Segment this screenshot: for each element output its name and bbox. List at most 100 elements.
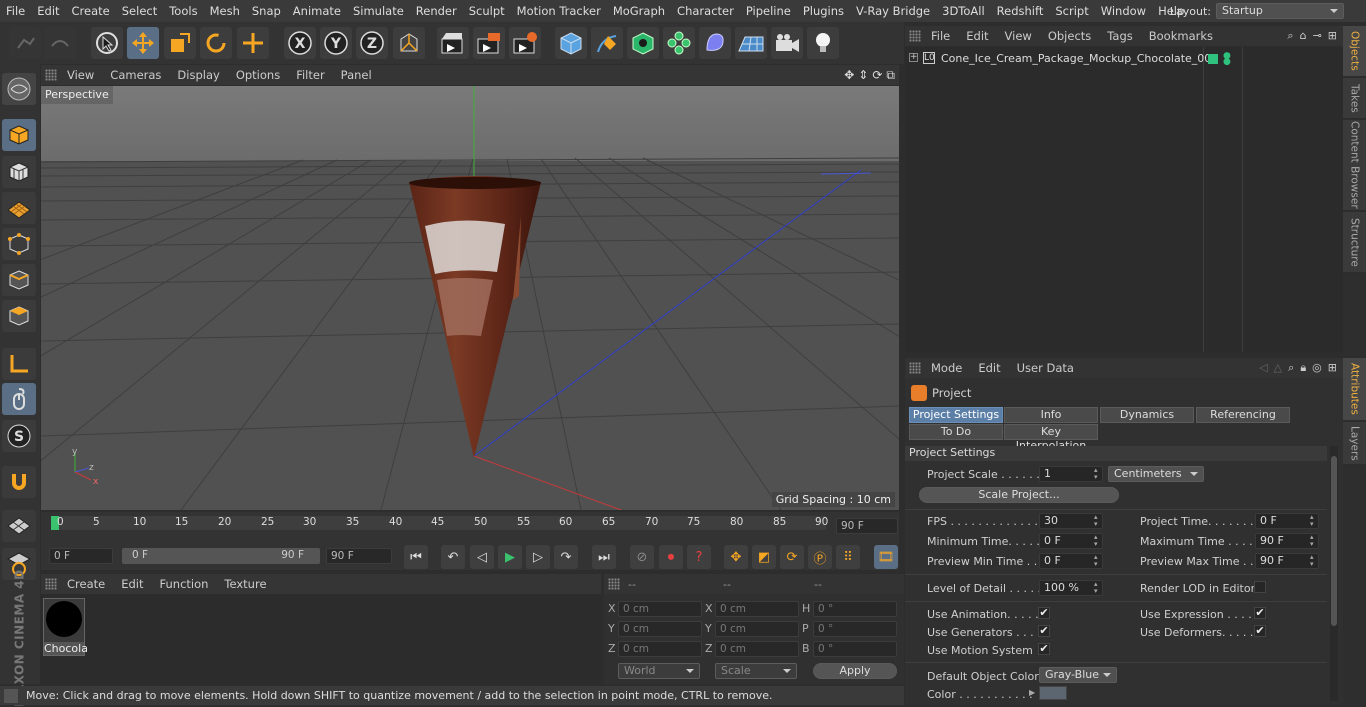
menu-simulate[interactable]: Simulate — [347, 4, 410, 18]
use-deformers-checkbox[interactable]: ✔ — [1254, 625, 1266, 637]
preview-max-time-field[interactable]: 90 F — [1255, 553, 1319, 569]
level-of-detail-field[interactable]: 100 % — [1039, 580, 1103, 596]
minimum-time-field[interactable]: 0 F — [1039, 533, 1103, 549]
prev-key-icon[interactable]: ↶ — [441, 545, 465, 569]
project-scale-unit-dropdown[interactable]: Centimeters — [1108, 466, 1204, 482]
viewport-menu-cameras[interactable]: Cameras — [102, 68, 169, 82]
goto-start-icon[interactable]: ⏮ — [404, 545, 428, 569]
position-x-field[interactable]: 0 cm — [618, 601, 702, 617]
scrollbar-thumb[interactable] — [1331, 456, 1337, 626]
play-icon[interactable]: ▶ — [498, 545, 522, 569]
material-menu-create[interactable]: Create — [59, 577, 113, 591]
menu-create[interactable]: Create — [66, 4, 116, 18]
menu-redshift[interactable]: Redshift — [991, 4, 1050, 18]
key-pla-icon[interactable]: ⠿ — [836, 545, 860, 569]
menu-tools[interactable]: Tools — [163, 4, 203, 18]
key-parameter-icon[interactable]: Ⓟ — [808, 545, 832, 569]
viewport-menu-filter[interactable]: Filter — [288, 68, 332, 82]
end-frame-field[interactable]: 90 F — [326, 548, 392, 564]
layout-dropdown[interactable]: Startup — [1216, 3, 1344, 19]
axis-mode-icon[interactable] — [2, 348, 36, 380]
om-menu-bookmarks[interactable]: Bookmarks — [1141, 29, 1221, 43]
back-arrow-icon[interactable]: ◁ — [1259, 361, 1267, 375]
render-region-icon[interactable] — [473, 27, 505, 59]
tab-referencing[interactable]: Referencing — [1196, 407, 1290, 423]
fps-field[interactable]: 30 — [1039, 513, 1103, 529]
position-y-field[interactable]: 0 cm — [618, 621, 702, 637]
object-name[interactable]: Cone_Ice_Cream_Package_Mockup_Chocolate_… — [941, 52, 1218, 65]
lock-icon[interactable]: 🔒︎ — [1300, 361, 1306, 375]
live-selection-icon[interactable] — [91, 27, 123, 59]
use-motion-system-checkbox[interactable]: ✔ — [1038, 643, 1050, 655]
lock-workplane-icon[interactable] — [2, 510, 36, 542]
material-swatch[interactable]: Chocola — [43, 598, 88, 656]
om-menu-file[interactable]: File — [923, 29, 958, 43]
tab-info[interactable]: Info — [1004, 407, 1098, 423]
maximize-view-icon[interactable]: ⧉ — [886, 68, 895, 83]
position-z-field[interactable]: 0 cm — [618, 641, 702, 657]
keyframe-selection-icon[interactable]: ? — [687, 545, 711, 569]
layer-color-icon[interactable] — [1208, 54, 1218, 64]
use-animation-checkbox[interactable]: ✔ — [1038, 607, 1050, 619]
menu-render[interactable]: Render — [410, 4, 463, 18]
dolly-view-icon[interactable]: ⇕ — [858, 68, 868, 83]
menu-motion-tracker[interactable]: Motion Tracker — [511, 4, 607, 18]
coord-space-dropdown[interactable]: World — [618, 663, 700, 679]
timeline-ruler[interactable]: 0 5 10 15 20 25 30 35 40 45 50 55 60 65 … — [41, 512, 899, 544]
tab-project-settings[interactable]: Project Settings — [909, 407, 1003, 423]
render-settings-icon[interactable] — [509, 27, 541, 59]
attr-menu-edit[interactable]: Edit — [970, 361, 1008, 375]
undo-icon[interactable] — [9, 27, 41, 59]
render-view-icon[interactable] — [437, 27, 469, 59]
use-expression-checkbox[interactable]: ✔ — [1254, 607, 1266, 619]
record-keys-icon[interactable]: ⊘ — [630, 545, 654, 569]
attr-scrollbar[interactable] — [1330, 446, 1338, 701]
edges-mode-icon[interactable] — [2, 264, 36, 296]
object-row[interactable]: + L0 Cone_Ice_Cream_Package_Mockup_Choco… — [905, 51, 1218, 69]
light-icon[interactable] — [807, 27, 839, 59]
timeline-window-icon[interactable]: 🎞 — [874, 545, 898, 569]
material-menu-edit[interactable]: Edit — [113, 577, 151, 591]
menu-character[interactable]: Character — [671, 4, 740, 18]
camera-icon[interactable] — [771, 27, 803, 59]
new-window-icon[interactable]: ⊞ — [1328, 29, 1337, 43]
tab-key-interpolation[interactable]: Key Interpolation — [1004, 424, 1098, 452]
project-time-field[interactable]: 0 F — [1255, 513, 1319, 529]
make-editable-icon[interactable] — [2, 73, 36, 105]
solo-mode-icon[interactable]: S — [2, 420, 36, 452]
tab-content-browser[interactable]: Content Browser — [1343, 120, 1366, 210]
panel-grip-icon[interactable] — [909, 30, 921, 42]
cube-object-icon[interactable] — [555, 27, 587, 59]
maximum-time-field[interactable]: 90 F — [1255, 533, 1319, 549]
om-menu-view[interactable]: View — [997, 29, 1040, 43]
material-menu-function[interactable]: Function — [152, 577, 217, 591]
tab-structure[interactable]: Structure — [1343, 212, 1366, 272]
key-rotation-icon[interactable]: ⟳ — [780, 545, 804, 569]
generator-icon[interactable] — [627, 27, 659, 59]
preview-min-time-field[interactable]: 0 F — [1039, 553, 1103, 569]
menu-edit[interactable]: Edit — [31, 4, 65, 18]
viewport-menu-view[interactable]: View — [59, 68, 102, 82]
mograph-cloner-icon[interactable] — [663, 27, 695, 59]
panel-grip-icon[interactable] — [45, 69, 57, 81]
menu-plugins[interactable]: Plugins — [797, 4, 850, 18]
viewport-menu-options[interactable]: Options — [228, 68, 288, 82]
use-generators-checkbox[interactable]: ✔ — [1038, 625, 1050, 637]
rotate-tool-icon[interactable] — [200, 27, 232, 59]
coord-mode-dropdown[interactable]: Scale — [715, 663, 797, 679]
key-scale-icon[interactable]: ◩ — [752, 545, 776, 569]
tab-layers[interactable]: Layers — [1343, 422, 1366, 464]
x-axis-icon[interactable]: X — [284, 27, 316, 59]
tab-takes[interactable]: Takes — [1343, 78, 1366, 118]
om-menu-tags[interactable]: Tags — [1099, 29, 1140, 43]
tab-to-do[interactable]: To Do — [909, 424, 1003, 440]
tab-dynamics[interactable]: Dynamics — [1100, 407, 1194, 423]
menu-animate[interactable]: Animate — [287, 4, 347, 18]
perspective-viewport[interactable]: Perspective Grid Spacing : 10 cm y z x — [41, 86, 899, 510]
material-menu-texture[interactable]: Texture — [216, 577, 274, 591]
attr-menu-user-data[interactable]: User Data — [1009, 361, 1082, 375]
key-position-icon[interactable]: ✥ — [724, 545, 748, 569]
render-lod-checkbox[interactable] — [1254, 581, 1266, 593]
color-expand-icon[interactable]: ▶ — [1029, 688, 1035, 697]
menu-file[interactable]: File — [0, 4, 31, 18]
